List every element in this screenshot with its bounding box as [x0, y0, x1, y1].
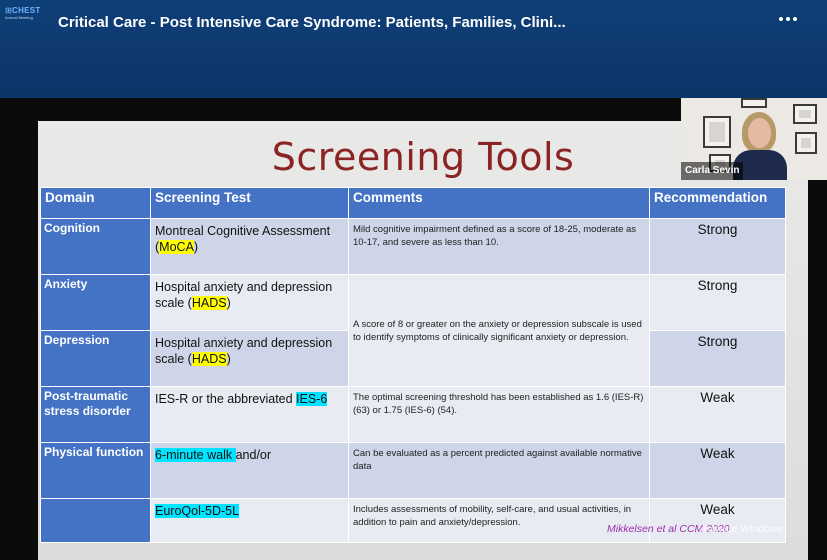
windows-watermark: Activate Windows	[700, 523, 783, 535]
comment-cell: A score of 8 or greater on the anxiety o…	[348, 274, 650, 387]
column-header: Comments	[348, 187, 650, 219]
comment-cell: Mild cognitive impairment defined as a s…	[348, 218, 650, 275]
screening-test-cell: IES-R or the abbreviated IES-6	[150, 386, 349, 443]
recommendation-cell: Strong	[649, 274, 786, 331]
screening-test-cell: Montreal Cognitive Assessment (MoCA)	[150, 218, 349, 275]
domain-cell: Physical function	[40, 442, 151, 499]
screening-test-cell: Hospital anxiety and depression scale (H…	[150, 274, 349, 331]
recommendation-cell: Strong	[649, 218, 786, 275]
highlight: MoCA	[159, 240, 194, 254]
table-row: Cognition Montreal Cognitive Assessment …	[40, 218, 786, 275]
comment-cell: The optimal screening threshold has been…	[348, 386, 650, 443]
screening-test-cell: 6-minute walk and/or	[150, 442, 349, 499]
domain-cell: Depression	[40, 330, 151, 387]
highlight: HADS	[191, 352, 227, 366]
highlight: EuroQol-5D-5L	[155, 504, 240, 518]
wall-frame	[703, 116, 731, 148]
highlight: 6-minute walk	[155, 448, 236, 462]
speaker-webcam[interactable]: Carla Sevin	[681, 98, 827, 180]
column-header: Screening Test	[150, 187, 349, 219]
table-row: EuroQol-5D-5L Includes assessments of mo…	[40, 498, 786, 543]
table-row: Post-traumatic stress disorder IES-R or …	[40, 386, 786, 443]
recommendation-cell: Weak	[649, 386, 786, 443]
presentation-slide: Screening Tools Domain Screening Test Co…	[38, 121, 808, 560]
speaker-name: Carla Sevin	[681, 162, 744, 180]
domain-cell: Post-traumatic stress disorder	[40, 386, 151, 443]
screening-test-cell: EuroQol-5D-5L	[150, 498, 349, 543]
comment-cell: Can be evaluated as a percent predicted …	[348, 442, 650, 499]
recommendation-cell: Weak	[649, 498, 786, 543]
domain-cell: Cognition	[40, 218, 151, 275]
highlight: IES-6	[296, 392, 328, 406]
speaker-face	[748, 118, 771, 148]
column-header: Recommendation	[649, 187, 786, 219]
table-row: Anxiety Hospital anxiety and depression …	[40, 274, 786, 387]
more-options-icon[interactable]	[777, 10, 799, 28]
session-header: ⊞CHEST Annual Meeting Critical Care - Po…	[0, 0, 827, 98]
domain-cell	[40, 498, 151, 543]
wall-frame	[741, 98, 767, 108]
domain-cell: Anxiety	[40, 274, 151, 331]
screening-test-cell: Hospital anxiety and depression scale (H…	[150, 330, 349, 387]
highlight: HADS	[191, 296, 227, 310]
column-header: Domain	[40, 187, 151, 219]
session-title: Critical Care - Post Intensive Care Synd…	[58, 14, 566, 31]
screening-tools-table: Domain Screening Test Comments Recommend…	[40, 187, 786, 543]
table-header-row: Domain Screening Test Comments Recommend…	[40, 187, 786, 219]
table-row: Physical function 6-minute walk and/or C…	[40, 442, 786, 499]
wall-frame	[793, 104, 817, 124]
wall-frame	[795, 132, 817, 154]
recommendation-cell: Weak	[649, 442, 786, 499]
recommendation-cell: Strong	[649, 330, 786, 387]
chest-logo: ⊞CHEST Annual Meeting	[5, 6, 41, 20]
comment-cell: Includes assessments of mobility, self-c…	[348, 498, 650, 543]
